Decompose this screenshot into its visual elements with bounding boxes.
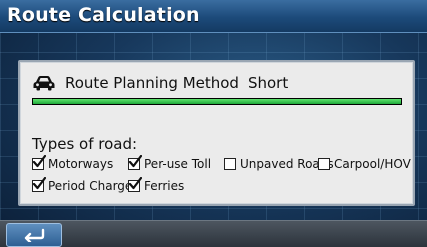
checkmark-icon bbox=[32, 177, 46, 190]
road-option-label: Ferries bbox=[144, 179, 185, 193]
road-option-carpool-hov[interactable]: Carpool/HOV bbox=[318, 157, 411, 171]
road-option-per-use-toll[interactable]: Per-use Toll bbox=[128, 155, 212, 171]
checkbox-motorways[interactable] bbox=[32, 155, 46, 170]
page-title: Route Calculation bbox=[7, 4, 200, 26]
route-settings-panel: Route Planning Method Short Types of roa… bbox=[18, 60, 415, 206]
navigation-screen: Route Calculation Route Planning Method … bbox=[0, 0, 427, 247]
bottom-toolbar bbox=[0, 220, 427, 247]
car-icon bbox=[33, 76, 55, 91]
back-button[interactable] bbox=[6, 223, 62, 247]
title-bar: Route Calculation bbox=[0, 0, 427, 33]
route-progress-fill bbox=[33, 99, 401, 104]
route-progress-bar bbox=[32, 98, 402, 105]
back-arrow-icon bbox=[24, 228, 45, 242]
checkbox-unpaved-roads[interactable] bbox=[224, 158, 236, 170]
checkbox-per-use-toll[interactable] bbox=[128, 155, 142, 170]
road-option-label: Per-use Toll bbox=[144, 157, 212, 171]
road-option-period-charge[interactable]: Period Charge bbox=[32, 177, 133, 193]
road-option-motorways[interactable]: Motorways bbox=[32, 155, 114, 171]
route-planning-method-row[interactable]: Route Planning Method Short bbox=[32, 71, 288, 95]
route-planning-label: Route Planning Method bbox=[65, 74, 239, 92]
road-option-label: Carpool/HOV bbox=[334, 157, 411, 171]
road-option-label: Period Charge bbox=[48, 179, 133, 193]
road-types-heading: Types of road: bbox=[32, 135, 138, 153]
checkmark-icon bbox=[128, 177, 142, 190]
road-option-ferries[interactable]: Ferries bbox=[128, 177, 185, 193]
road-option-label: Motorways bbox=[48, 157, 114, 171]
checkbox-carpool-hov[interactable] bbox=[318, 158, 330, 170]
checkbox-ferries[interactable] bbox=[128, 177, 142, 192]
checkmark-icon bbox=[128, 155, 142, 168]
route-planning-value: Short bbox=[247, 74, 289, 92]
checkmark-icon bbox=[32, 155, 46, 168]
checkbox-period-charge[interactable] bbox=[32, 177, 46, 192]
